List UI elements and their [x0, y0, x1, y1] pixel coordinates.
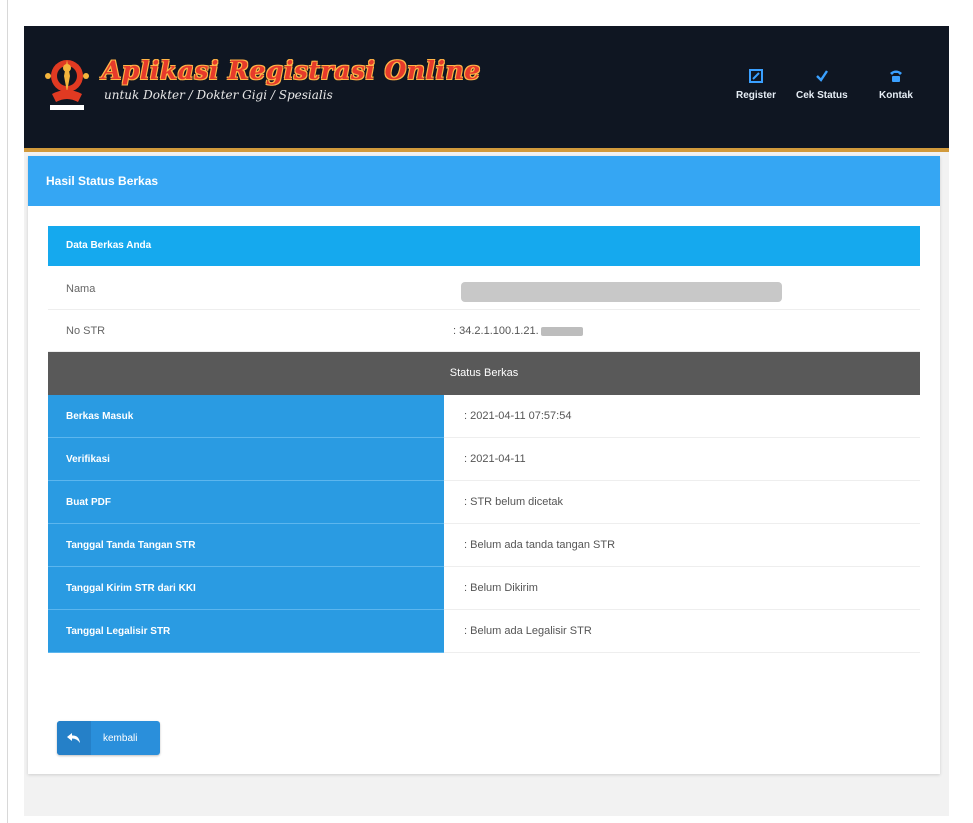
- back-button-label: kembali: [103, 732, 138, 744]
- status-value: : 2021-04-11 07:57:54: [444, 395, 920, 438]
- data-section-header: Data Berkas Anda: [48, 226, 920, 266]
- status-row-kirim-kki: Tanggal Kirim STR dari KKI : Belum Dikir…: [48, 567, 920, 610]
- reply-arrow-icon: [57, 721, 91, 755]
- field-row-no-str: No STR : 34.2.1.100.1.21.: [48, 310, 920, 352]
- no-str-text: : 34.2.1.100.1.21.: [453, 325, 539, 337]
- status-label: Tanggal Legalisir STR: [48, 610, 444, 653]
- nav-kontak[interactable]: Kontak: [879, 68, 913, 101]
- field-label-no-str: No STR: [66, 325, 106, 337]
- edit-icon: [749, 69, 763, 83]
- nav-register[interactable]: Register: [736, 68, 776, 101]
- back-button[interactable]: kembali: [57, 721, 160, 755]
- nav-register-label: Register: [736, 90, 777, 101]
- status-value: : STR belum dicetak: [444, 481, 920, 524]
- nav-kontak-label: Kontak: [879, 90, 913, 101]
- app-subtitle: untuk Dokter / Dokter Gigi / Spesialis: [104, 88, 333, 102]
- redacted-name-bar: [461, 282, 782, 302]
- status-value: : Belum Dikirim: [444, 567, 920, 610]
- status-label: Berkas Masuk: [48, 395, 444, 438]
- association-logo-icon: [45, 60, 89, 110]
- status-value: : Belum ada Legalisir STR: [444, 610, 920, 653]
- app-header: Aplikasi Registrasi Online untuk Dokter …: [24, 26, 949, 152]
- status-row-buat-pdf: Buat PDF : STR belum dicetak: [48, 481, 920, 524]
- field-row-nama: Nama: [48, 268, 920, 310]
- field-value-no-str: : 34.2.1.100.1.21.: [453, 310, 583, 352]
- frame-border: [7, 0, 8, 823]
- status-row-berkas-masuk: Berkas Masuk : 2021-04-11 07:57:54: [48, 395, 920, 438]
- nav-cek-status[interactable]: Cek Status: [796, 68, 848, 101]
- status-section-header: Status Berkas: [48, 352, 920, 395]
- app-title: Aplikasi Registrasi Online: [102, 56, 481, 85]
- field-label-nama: Nama: [66, 283, 96, 295]
- status-value: : 2021-04-11: [444, 438, 920, 481]
- status-row-legalisir: Tanggal Legalisir STR : Belum ada Legali…: [48, 610, 920, 653]
- card-title: Hasil Status Berkas: [28, 156, 940, 206]
- status-row-verifikasi: Verifikasi : 2021-04-11: [48, 438, 920, 481]
- status-label: Buat PDF: [48, 481, 444, 524]
- status-value: : Belum ada tanda tangan STR: [444, 524, 920, 567]
- redacted-str-suffix: [540, 326, 583, 336]
- status-label: Tanggal Tanda Tangan STR: [48, 524, 444, 567]
- check-icon: [815, 70, 828, 82]
- status-row-tanda-tangan: Tanggal Tanda Tangan STR : Belum ada tan…: [48, 524, 920, 567]
- status-label: Verifikasi: [48, 438, 444, 481]
- status-label: Tanggal Kirim STR dari KKI: [48, 567, 444, 610]
- nav-cek-status-label: Cek Status: [796, 90, 848, 101]
- phone-icon: [889, 70, 902, 82]
